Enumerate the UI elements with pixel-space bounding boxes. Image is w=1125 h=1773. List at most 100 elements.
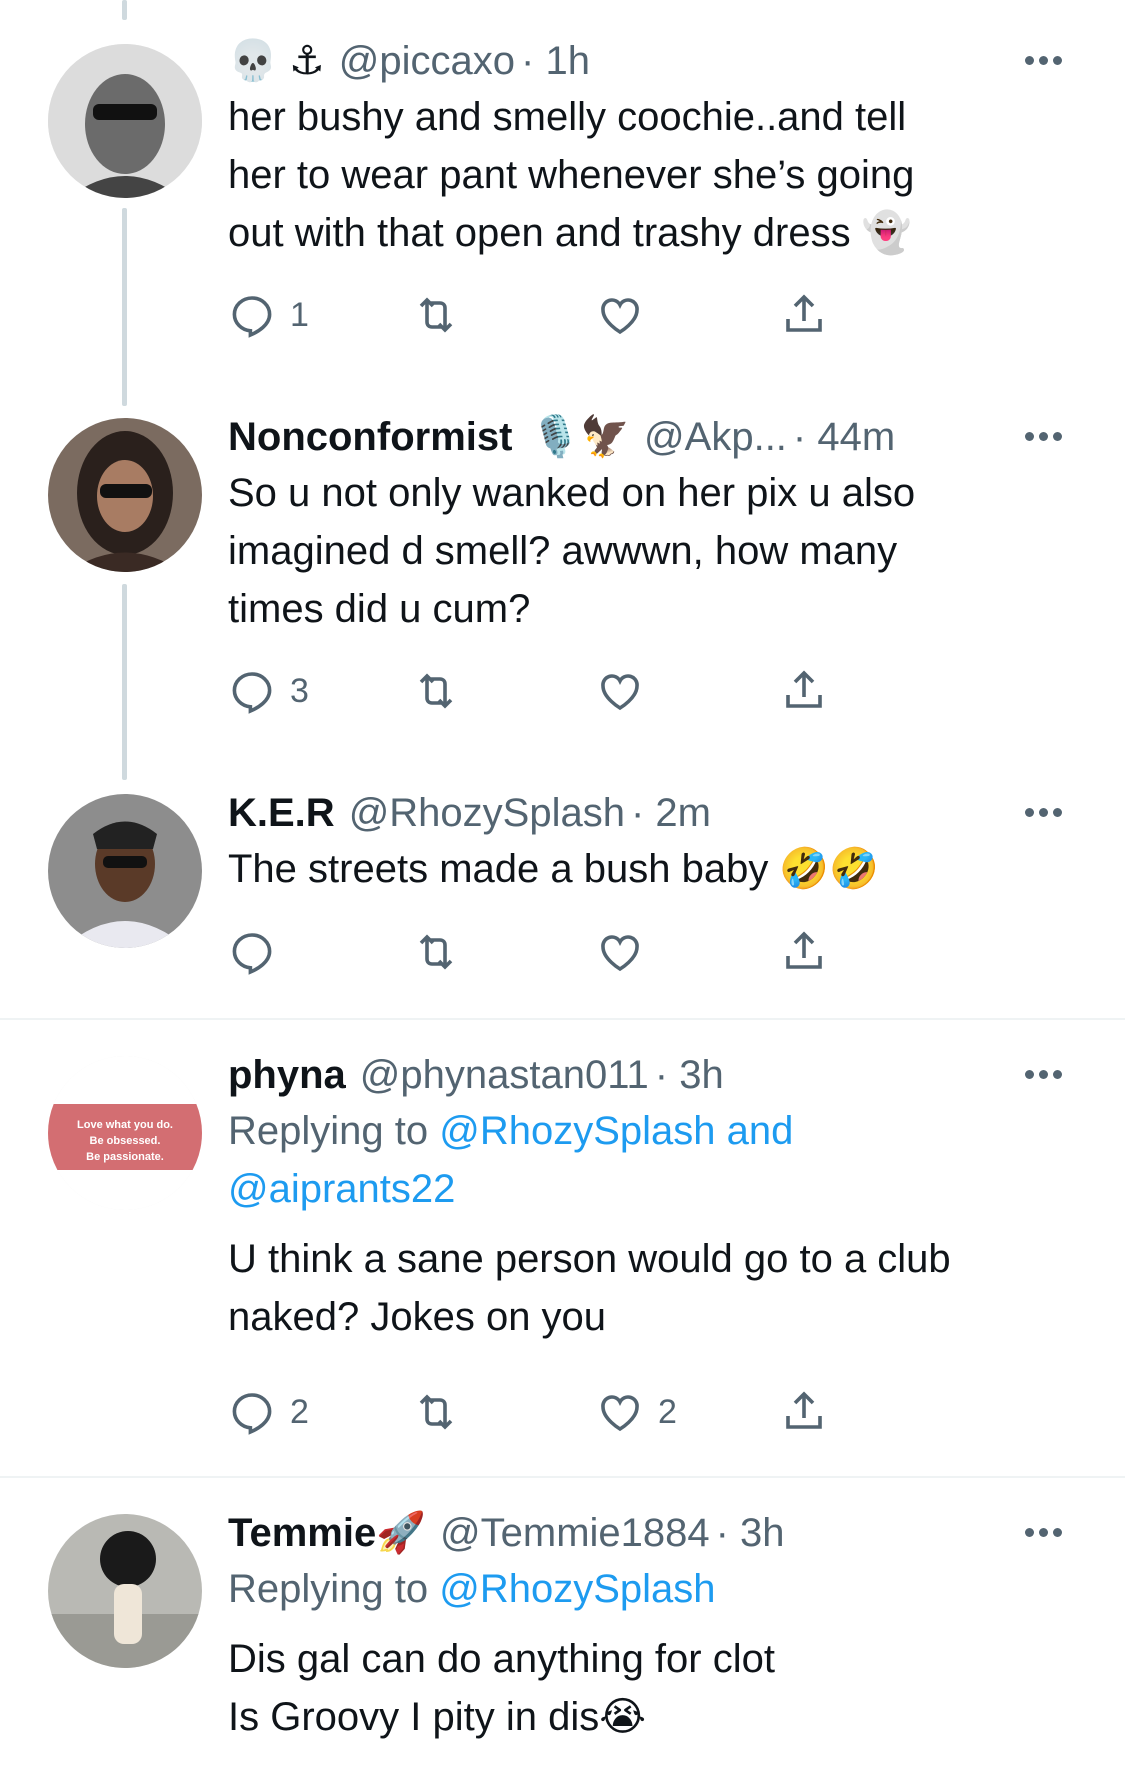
more-icon[interactable] bbox=[1025, 1066, 1073, 1080]
reply-thread: 💀 ⚓ @piccaxo · 1h her bushy and smelly c… bbox=[0, 0, 1125, 1773]
handle[interactable]: @phynastan011 bbox=[360, 1048, 649, 1102]
share-button[interactable] bbox=[780, 1388, 828, 1436]
avatar-text: Be passionate. bbox=[86, 1151, 164, 1163]
reply-button[interactable]: 3 bbox=[228, 667, 309, 715]
tweet-text-line: naked? Jokes on you bbox=[228, 1295, 607, 1339]
avatar-image: Love what you do. Be obsessed. Be passio… bbox=[48, 1056, 202, 1210]
timestamp[interactable]: · 44m bbox=[793, 410, 895, 464]
like-button[interactable] bbox=[596, 928, 644, 976]
tweet[interactable]: Love what you do. Be obsessed. Be passio… bbox=[0, 1048, 1125, 1448]
tweet-actions: 2 2 bbox=[228, 1388, 948, 1438]
like-button[interactable]: 2 bbox=[596, 1388, 677, 1436]
name-emojis: 🎙️🦅 bbox=[530, 415, 631, 459]
tweet[interactable]: 💀 ⚓ @piccaxo · 1h her bushy and smelly c… bbox=[0, 34, 1125, 374]
retweet-icon bbox=[419, 934, 453, 970]
tweet-actions bbox=[228, 928, 948, 978]
display-name[interactable]: K.E.R bbox=[228, 786, 335, 840]
display-name[interactable]: Temmie bbox=[228, 1506, 376, 1560]
avatar[interactable] bbox=[48, 1514, 202, 1668]
replying-to: @aiprants22 bbox=[228, 1160, 1077, 1218]
tweet-text: The streets made a bush baby 🤣🤣 bbox=[228, 840, 1077, 898]
replying-to-link[interactable]: @aiprants22 bbox=[228, 1167, 455, 1211]
tweet-text-line: The streets made a bush baby 🤣🤣 bbox=[228, 847, 880, 891]
avatar[interactable] bbox=[48, 418, 202, 572]
share-button[interactable] bbox=[780, 291, 828, 339]
divider bbox=[0, 1476, 1125, 1478]
like-button[interactable] bbox=[596, 291, 658, 339]
avatar-text: Be obsessed. bbox=[90, 1135, 161, 1147]
retweet-button[interactable] bbox=[412, 1388, 460, 1436]
replying-to-link[interactable]: @RhozySplash and bbox=[439, 1109, 793, 1153]
replying-to-link[interactable]: @RhozySplash bbox=[439, 1567, 715, 1611]
reply-count: 2 bbox=[290, 1392, 309, 1431]
tweet-actions: 3 bbox=[228, 667, 948, 717]
name-emojis: 💀 ⚓ bbox=[228, 39, 325, 83]
reply-count: 3 bbox=[290, 671, 309, 710]
timestamp[interactable]: · 3h bbox=[716, 1506, 785, 1560]
tweet-text-line: Is Groovy I pity in dis😭 bbox=[228, 1695, 646, 1739]
tweet-text-line: Dis gal can do anything for clot bbox=[228, 1637, 775, 1681]
handle[interactable]: @Akp... bbox=[644, 410, 787, 464]
like-count: 2 bbox=[658, 1392, 677, 1431]
tweet-text-line: imagined d smell? awwwn, how many bbox=[228, 529, 898, 573]
share-icon bbox=[786, 1391, 822, 1429]
avatar-image bbox=[48, 1514, 202, 1668]
tweet-header: Nonconformist 🎙️🦅 @Akp... · 44m bbox=[228, 410, 1077, 464]
tweet-header: Temmie 🚀 @Temmie1884 · 3h bbox=[228, 1506, 1077, 1560]
retweet-button[interactable] bbox=[412, 291, 460, 339]
retweet-button[interactable] bbox=[412, 667, 460, 715]
display-name[interactable]: Nonconformist bbox=[228, 410, 512, 464]
reply-button[interactable]: 2 bbox=[228, 1388, 309, 1436]
avatar[interactable] bbox=[48, 44, 202, 198]
tweet[interactable]: Nonconformist 🎙️🦅 @Akp... · 44m So u not… bbox=[0, 410, 1125, 750]
reply-icon bbox=[232, 672, 272, 714]
retweet-icon bbox=[419, 1394, 453, 1430]
divider bbox=[0, 1018, 1125, 1020]
tweet-text-line: her to wear pant whenever she’s going bbox=[228, 153, 915, 197]
handle[interactable]: @Temmie1884 bbox=[440, 1506, 710, 1560]
timestamp[interactable]: · 2m bbox=[631, 786, 711, 840]
share-button[interactable] bbox=[780, 667, 828, 715]
replying-to: Replying to @RhozySplash bbox=[228, 1560, 1077, 1618]
like-icon bbox=[601, 935, 639, 972]
avatar[interactable]: Love what you do. Be obsessed. Be passio… bbox=[48, 1056, 202, 1210]
share-icon bbox=[786, 294, 822, 332]
tweet[interactable]: K.E.R @RhozySplash · 2m The streets made… bbox=[0, 786, 1125, 1016]
avatar-image bbox=[48, 794, 202, 948]
display-name[interactable]: phyna bbox=[228, 1048, 346, 1102]
thread-line bbox=[122, 0, 127, 20]
more-icon[interactable] bbox=[1025, 52, 1073, 66]
avatar-image bbox=[48, 44, 202, 198]
share-button[interactable] bbox=[780, 928, 828, 976]
avatar[interactable] bbox=[48, 794, 202, 948]
more-icon[interactable] bbox=[1025, 1524, 1073, 1538]
tweet-text-line: So u not only wanked on her pix u also bbox=[228, 471, 916, 515]
reply-count: 1 bbox=[290, 295, 309, 334]
more-icon[interactable] bbox=[1025, 804, 1073, 818]
tweet-text-line: U think a sane person would go to a club bbox=[228, 1237, 951, 1281]
reply-button[interactable]: 1 bbox=[228, 291, 309, 339]
reply-button[interactable] bbox=[228, 928, 276, 976]
tweet[interactable]: Temmie 🚀 @Temmie1884 · 3h Replying to @R… bbox=[0, 1506, 1125, 1773]
avatar-text: Love what you do. bbox=[77, 1119, 173, 1131]
replying-to: Replying to @RhozySplash and bbox=[228, 1102, 1077, 1160]
more-icon[interactable] bbox=[1025, 428, 1073, 442]
like-icon bbox=[601, 1395, 639, 1432]
tweet-actions: 1 bbox=[228, 291, 948, 341]
timestamp[interactable]: · 1h bbox=[521, 34, 590, 88]
name-emojis: 🚀 bbox=[376, 1511, 427, 1555]
tweet-text: U think a sane person would go to a club… bbox=[228, 1230, 1077, 1346]
tweet-header: phyna @phynastan011 · 3h bbox=[228, 1048, 1077, 1102]
tweet-text: So u not only wanked on her pix u also i… bbox=[228, 464, 1077, 638]
retweet-button[interactable] bbox=[412, 928, 460, 976]
handle[interactable]: @RhozySplash bbox=[349, 786, 625, 840]
like-button[interactable] bbox=[596, 667, 644, 715]
avatar-image bbox=[48, 418, 202, 572]
tweet-header: K.E.R @RhozySplash · 2m bbox=[228, 786, 1077, 840]
retweet-icon bbox=[419, 673, 453, 709]
handle[interactable]: @piccaxo bbox=[339, 34, 515, 88]
reply-icon bbox=[232, 1393, 272, 1435]
tweet-text-line: times did u cum? bbox=[228, 587, 531, 631]
share-icon bbox=[786, 670, 822, 708]
timestamp[interactable]: · 3h bbox=[655, 1048, 724, 1102]
